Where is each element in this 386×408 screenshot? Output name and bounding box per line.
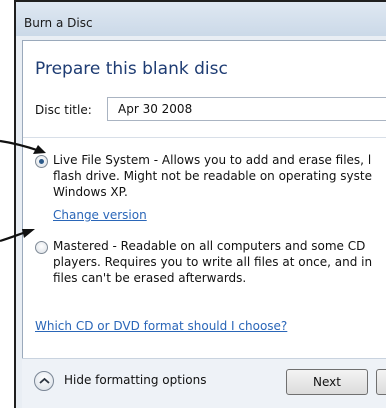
chevron-up-icon [39,377,50,384]
title-bar[interactable]: Burn a Disc [16,2,386,36]
disc-title-input[interactable] [107,97,386,121]
hide-options-toggle[interactable] [34,371,54,391]
page-title: Prepare this blank disc [35,59,228,79]
dialog-content: Prepare this blank disc Disc title: Live… [22,40,386,358]
cancel-button[interactable] [376,369,386,395]
window-title: Burn a Disc [24,16,93,30]
next-button[interactable]: Next [286,369,368,395]
live-file-system-line-3[interactable]: Windows XP. [53,184,128,200]
pointer-arrow-icon [0,229,35,243]
divider [23,137,386,138]
change-version-link[interactable]: Change version [53,208,147,222]
dialog-footer: Hide formatting options Next [22,358,386,408]
disc-title-label: Disc title: [35,103,92,117]
hide-options-label[interactable]: Hide formatting options [64,373,206,387]
mastered-line-2[interactable]: players. Requires you to write all files… [53,254,372,270]
mastered-line-3[interactable]: files can't be erased afterwards. [53,270,246,286]
mastered-line-1[interactable]: Mastered - Readable on all computers and… [53,238,365,254]
format-help-link[interactable]: Which CD or DVD format should I choose? [35,319,287,333]
live-file-system-line-2[interactable]: flash drive. Might not be readable on op… [53,168,372,184]
screen: Burn a Disc Prepare this blank disc Disc… [0,0,386,408]
live-file-system-line-1[interactable]: Live File System - Allows you to add and… [53,152,371,168]
pointer-arrow-icon [0,139,46,154]
